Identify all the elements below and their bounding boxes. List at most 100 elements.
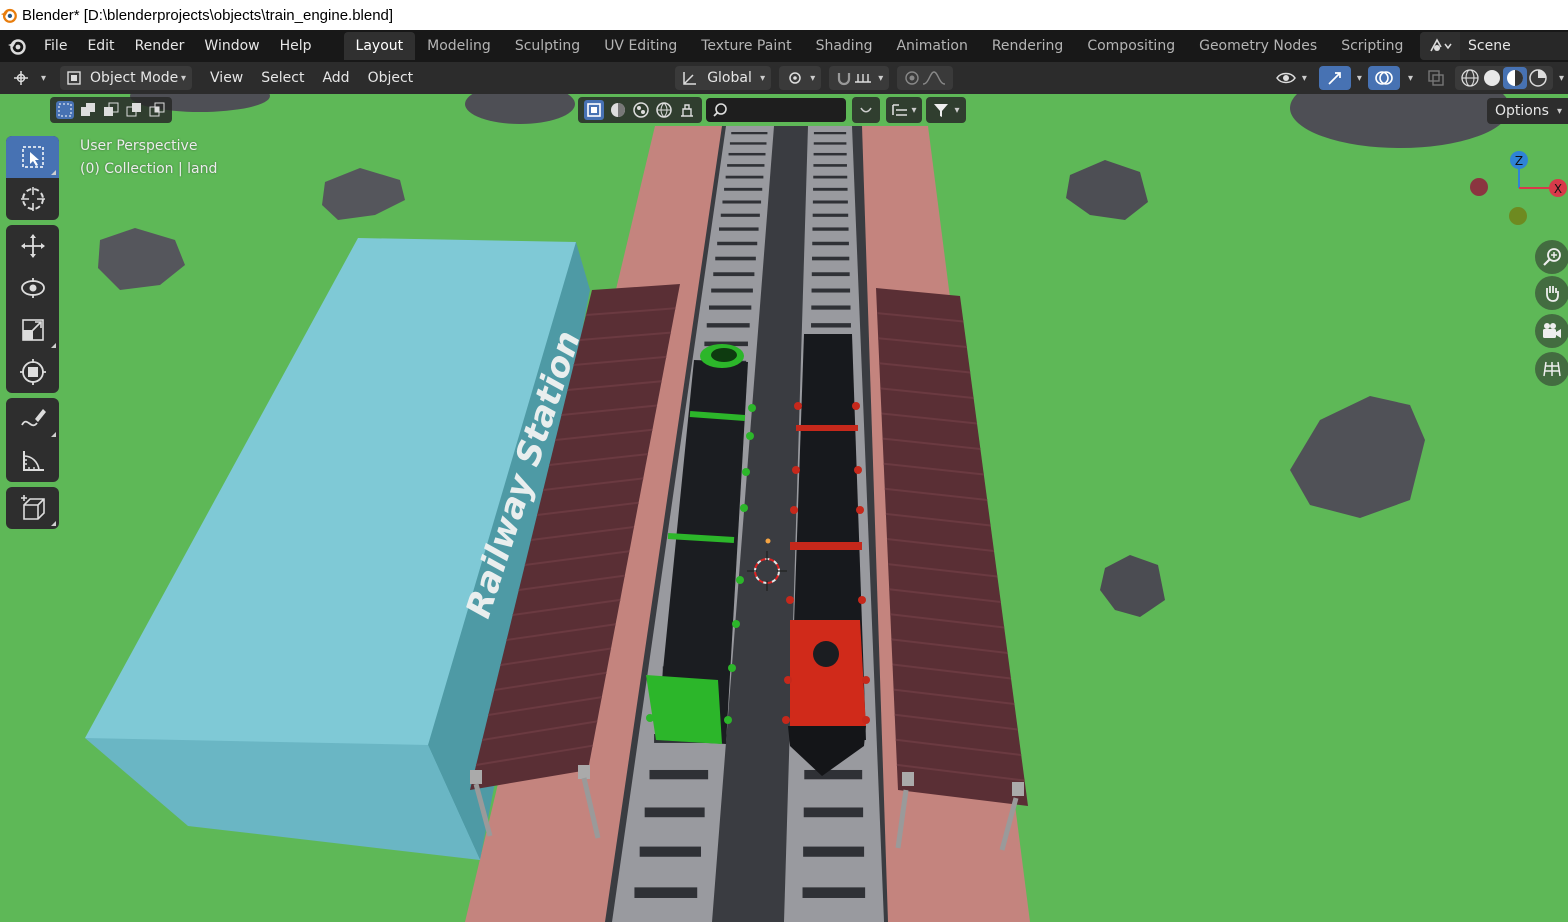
zoom-icon [1543,248,1561,266]
rendered-shading-icon[interactable] [1527,68,1549,88]
hand-icon [1546,286,1559,302]
eye-icon [1275,72,1296,84]
orientation-dropdown[interactable]: Global ▾ [675,66,772,90]
pivot-dropdown[interactable]: ▾ [779,66,822,90]
track-tie [803,807,864,818]
display-mode-dropdown[interactable]: ▾ [886,97,922,123]
tab-rendering[interactable]: Rendering [980,32,1076,60]
filter-dropdown[interactable]: ▾ [926,97,966,123]
snap-toggle[interactable]: ▾ [829,66,890,90]
tab-shading[interactable]: Shading [804,32,885,60]
material-shading-icon[interactable] [1502,67,1527,89]
tab-animation[interactable]: Animation [884,32,979,60]
annotate-tool[interactable] [6,398,59,440]
select-extend-icon[interactable] [79,101,97,119]
list-icon [892,104,908,116]
tab-modeling[interactable]: Modeling [415,32,503,60]
overlays-toggle[interactable] [1367,66,1400,90]
sphere-icon[interactable] [609,101,627,119]
select-box-tool[interactable] [6,136,59,178]
gizmo-y-axis-icon[interactable] [1509,207,1527,225]
track-tie [813,175,848,179]
xray-toggle[interactable] [1421,66,1451,90]
track-tie [722,200,762,204]
track-tie [813,187,848,191]
track-tie [813,132,847,135]
blender-menu-button[interactable] [0,30,34,62]
tab-uv-editing[interactable]: UV Editing [592,32,689,60]
gizmo-neg-x-icon[interactable] [1470,178,1488,196]
search-field[interactable] [706,98,846,122]
measure-tool[interactable] [6,440,59,482]
visibility-dropdown[interactable]: ▾ [1269,66,1313,90]
scene-name[interactable]: Scene [1460,38,1511,54]
menu-edit[interactable]: Edit [77,30,124,62]
rotate-tool[interactable] [6,267,59,309]
tab-geometry-nodes[interactable]: Geometry Nodes [1187,32,1329,60]
track-tie [729,142,767,145]
select-mode-group [50,94,172,126]
track-tie [715,256,756,261]
3d-viewport[interactable]: Railway Station User Perspective (0) Col… [0,94,1568,922]
hide-toggle[interactable] [852,97,880,123]
orientation-icon [683,72,697,85]
menu-select[interactable]: Select [255,66,310,90]
canopy-post [470,770,482,784]
select-subtract-icon[interactable] [102,101,120,119]
proportional-editing[interactable] [897,66,954,90]
track-tie [811,323,851,328]
menu-render[interactable]: Render [125,30,195,62]
mode-dropdown[interactable]: Object Mode ▾ [60,66,193,90]
pan-button[interactable] [1535,276,1568,310]
tab-texture-paint[interactable]: Texture Paint [689,32,803,60]
scale-tool[interactable] [6,309,59,351]
ortho-toggle-button[interactable] [1535,352,1568,386]
camera-view-button[interactable] [1535,314,1568,348]
gizmo-dropdown[interactable]: ▾ [1357,73,1362,84]
tab-sculpting[interactable]: Sculpting [503,32,592,60]
move-tool[interactable] [6,225,59,267]
canopy-post [902,772,914,786]
add-cube-tool[interactable] [6,487,59,529]
track-tie [812,256,850,261]
gizmo-toggle[interactable] [1318,66,1351,90]
select-new-icon[interactable] [56,101,75,119]
track-tie [725,175,764,179]
editor-type-icon [14,71,28,85]
track-tie [634,887,698,898]
render-layer-icon[interactable] [678,101,696,119]
options-dropdown[interactable]: Options ▾ [1486,98,1568,124]
restrict-select-icon[interactable] [584,100,605,120]
navigation-gizmo[interactable]: Z X [1460,146,1568,232]
grid-icon [1543,361,1561,377]
tab-scripting[interactable]: Scripting [1329,32,1415,60]
shading-dropdown[interactable]: ▾ [1559,73,1564,84]
scene-icon[interactable] [1420,32,1460,60]
wireframe-shading-icon[interactable] [1459,68,1481,88]
overlays-dropdown[interactable]: ▾ [1408,73,1413,84]
menu-add[interactable]: Add [316,66,355,90]
cursor-tool[interactable] [6,178,59,220]
select-intersect-icon[interactable] [148,101,166,119]
menu-file[interactable]: File [34,30,77,62]
zoom-button[interactable] [1535,240,1568,274]
orientation-label: Global [707,70,752,86]
scene-selector[interactable]: Scene [1420,32,1568,60]
menu-view[interactable]: View [204,66,249,90]
world-icon[interactable] [655,101,673,119]
rotate-icon [20,278,45,298]
select-invert-icon[interactable] [125,101,143,119]
menu-object[interactable]: Object [362,66,420,90]
window-title: Blender* [D:\blenderprojects\objects\tra… [22,6,394,24]
menu-help[interactable]: Help [270,30,322,62]
transform-tool[interactable] [6,351,59,393]
solid-shading-icon[interactable] [1481,68,1503,88]
tab-layout[interactable]: Layout [343,32,416,60]
menu-window[interactable]: Window [194,30,269,62]
chevron-down-icon [860,107,872,113]
proportional-edit-icon [905,71,919,85]
annotate-icon [20,409,46,427]
tab-compositing[interactable]: Compositing [1075,32,1187,60]
materials-icon[interactable] [632,101,650,119]
editor-type-button[interactable]: ▾ [6,66,52,90]
